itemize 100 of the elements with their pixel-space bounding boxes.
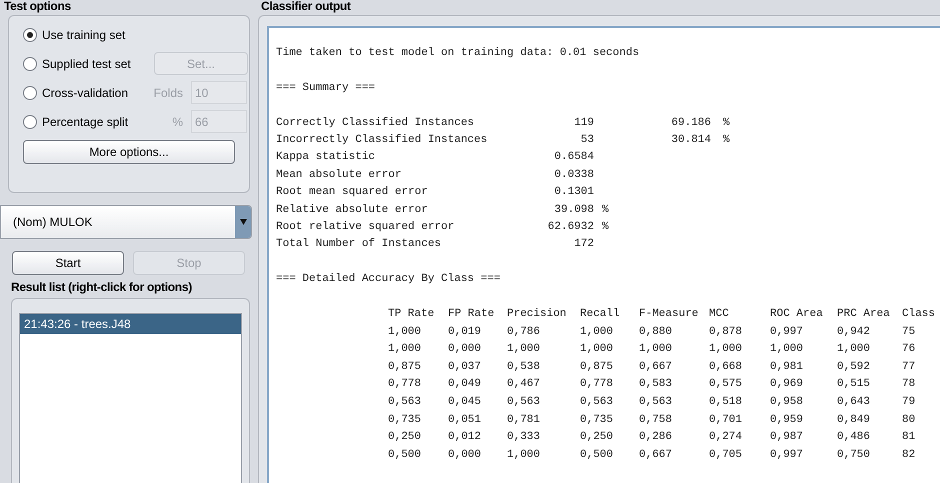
table-cell-text: 1,000 bbox=[770, 342, 804, 358]
action-button[interactable]: Start bbox=[12, 251, 124, 275]
summary-label: Incorrectly Classified Instances bbox=[276, 133, 488, 148]
summary-value: 53 bbox=[580, 133, 594, 148]
section-title: Test options bbox=[3, 0, 72, 12]
table-cell-text: 0,849 bbox=[837, 412, 872, 428]
result-item[interactable]: 21:43:26 - trees.J48 bbox=[20, 314, 241, 334]
radio-button[interactable] bbox=[23, 114, 37, 128]
table-cell-text: 0,563 bbox=[639, 395, 674, 410]
table-cell-text: 0,878 bbox=[709, 324, 744, 340]
table-cell-text: 0,575 bbox=[709, 377, 744, 392]
table-cell-text: 1,000 bbox=[580, 324, 614, 340]
table-cell-text: 0,051 bbox=[448, 412, 482, 428]
summary-unit: % bbox=[723, 116, 730, 131]
table-cell-text: 0,997 bbox=[770, 324, 804, 340]
table-cell-text: 75 bbox=[902, 324, 916, 340]
class-dropdown[interactable]: (Nom) MULOK bbox=[0, 205, 252, 239]
table-cell-text: 0,701 bbox=[709, 412, 744, 428]
table-cell-text: 0,592 bbox=[837, 360, 872, 375]
table-cell-text: 0,250 bbox=[580, 430, 614, 446]
table-cell-text: 0,667 bbox=[639, 360, 674, 375]
table-cell-text: 0,735 bbox=[388, 412, 422, 428]
table-cell-text: 0,583 bbox=[639, 377, 674, 392]
table-cell-text: 79 bbox=[902, 395, 916, 410]
table-cell-text: 0,538 bbox=[507, 360, 542, 375]
radio-button[interactable] bbox=[23, 28, 37, 42]
table-cell-text: 0,942 bbox=[837, 324, 872, 340]
table-cell-text: 77 bbox=[902, 360, 916, 375]
summary-label: Root mean squared error bbox=[276, 185, 429, 200]
table-cell-text: 80 bbox=[902, 412, 916, 428]
table-cell-text: 0,274 bbox=[709, 430, 744, 446]
summary-value: 0.6584 bbox=[553, 150, 594, 166]
table-cell-text: 0,500 bbox=[580, 448, 614, 463]
table-cell-text: 0,880 bbox=[639, 324, 674, 340]
radio-label[interactable]: Use training set bbox=[42, 26, 140, 44]
table-cell-text: 1,000 bbox=[837, 342, 872, 358]
table-cell-text: 0,486 bbox=[837, 430, 872, 446]
column-header: FP Rate bbox=[448, 307, 496, 322]
summary-label: Relative absolute error bbox=[276, 202, 429, 218]
table-cell-text: 1,000 bbox=[388, 342, 422, 358]
table-cell-text: 0,969 bbox=[770, 377, 804, 392]
table-cell-text: 0,563 bbox=[388, 395, 422, 410]
radio-label[interactable]: Percentage split bbox=[42, 112, 140, 130]
summary-value: 0.0338 bbox=[553, 168, 594, 183]
summary-label: Mean absolute error bbox=[276, 168, 402, 183]
table-cell-text: 0,987 bbox=[770, 430, 804, 446]
summary-percent: 30.814 bbox=[670, 133, 711, 148]
table-cell-text: 0,750 bbox=[837, 448, 872, 463]
table-cell-text: 0,705 bbox=[709, 448, 744, 463]
table-cell-text: 1,000 bbox=[388, 324, 422, 340]
summary-value: 62.6932 bbox=[546, 220, 594, 236]
column-header: Class bbox=[902, 307, 936, 322]
table-cell-text: 0,467 bbox=[507, 377, 542, 392]
table-cell-text: 78 bbox=[902, 377, 916, 392]
table-cell-text: 0,781 bbox=[507, 412, 542, 428]
column-header: Precision bbox=[507, 307, 568, 322]
summary-label: Root relative squared error bbox=[276, 220, 456, 236]
table-cell-text: 0,286 bbox=[639, 430, 674, 446]
table-cell-text: 0,668 bbox=[709, 360, 744, 375]
table-cell-text: 0,019 bbox=[448, 324, 482, 340]
column-header: MCC bbox=[709, 307, 730, 322]
summary-value: 172 bbox=[573, 237, 594, 252]
section-title: Classifier output bbox=[260, 0, 352, 12]
table-cell-text: 0,786 bbox=[507, 324, 542, 340]
radio-button[interactable] bbox=[23, 56, 37, 70]
column-header: ROC Area bbox=[770, 307, 824, 322]
table-cell-text: 0,049 bbox=[448, 377, 482, 392]
table-cell-text: 0,563 bbox=[580, 395, 614, 410]
field-label: Folds bbox=[152, 84, 184, 102]
table-cell-text: 0,981 bbox=[770, 360, 804, 375]
column-header: TP Rate bbox=[388, 307, 436, 322]
table-cell-text: 0,515 bbox=[837, 377, 872, 392]
radio-label[interactable]: Cross-validation bbox=[42, 84, 140, 102]
table-cell-text: 0,045 bbox=[448, 395, 482, 410]
table-cell-text: 1,000 bbox=[507, 448, 542, 463]
table-cell-text: 0,000 bbox=[448, 448, 482, 463]
radio-button[interactable] bbox=[23, 86, 37, 100]
table-cell-text: 1,000 bbox=[639, 342, 674, 358]
summary-label: Correctly Classified Instances bbox=[276, 116, 476, 131]
table-cell-text: 0,643 bbox=[837, 395, 872, 410]
table-cell-text: 0,875 bbox=[388, 360, 422, 375]
summary-unit: % bbox=[602, 204, 609, 216]
table-cell-text: 0,250 bbox=[388, 430, 422, 446]
column-header: Recall bbox=[580, 307, 621, 322]
summary-percent: 69.186 bbox=[670, 116, 711, 131]
table-cell-text: 0,875 bbox=[580, 360, 614, 375]
table-cell-text: 1,000 bbox=[580, 342, 614, 358]
table-cell-text: 0,958 bbox=[770, 395, 804, 410]
table-cell-text: 0,778 bbox=[388, 377, 422, 392]
summary-label: Kappa statistic bbox=[276, 150, 376, 166]
output-heading: === Detailed Accuracy By Class === bbox=[276, 272, 500, 288]
table-cell-text: 0,667 bbox=[639, 448, 674, 463]
table-cell-text: 0,997 bbox=[770, 448, 804, 463]
radio-label[interactable]: Supplied test set bbox=[42, 54, 140, 72]
table-cell-text: 81 bbox=[902, 430, 916, 446]
table-cell-text: 0,037 bbox=[448, 360, 482, 375]
table-cell-text: 0,959 bbox=[770, 412, 804, 428]
section-title: Result list (right-click for options) bbox=[10, 280, 193, 294]
table-cell-text: 0,778 bbox=[580, 377, 614, 392]
more-options-button[interactable]: More options... bbox=[23, 140, 235, 164]
